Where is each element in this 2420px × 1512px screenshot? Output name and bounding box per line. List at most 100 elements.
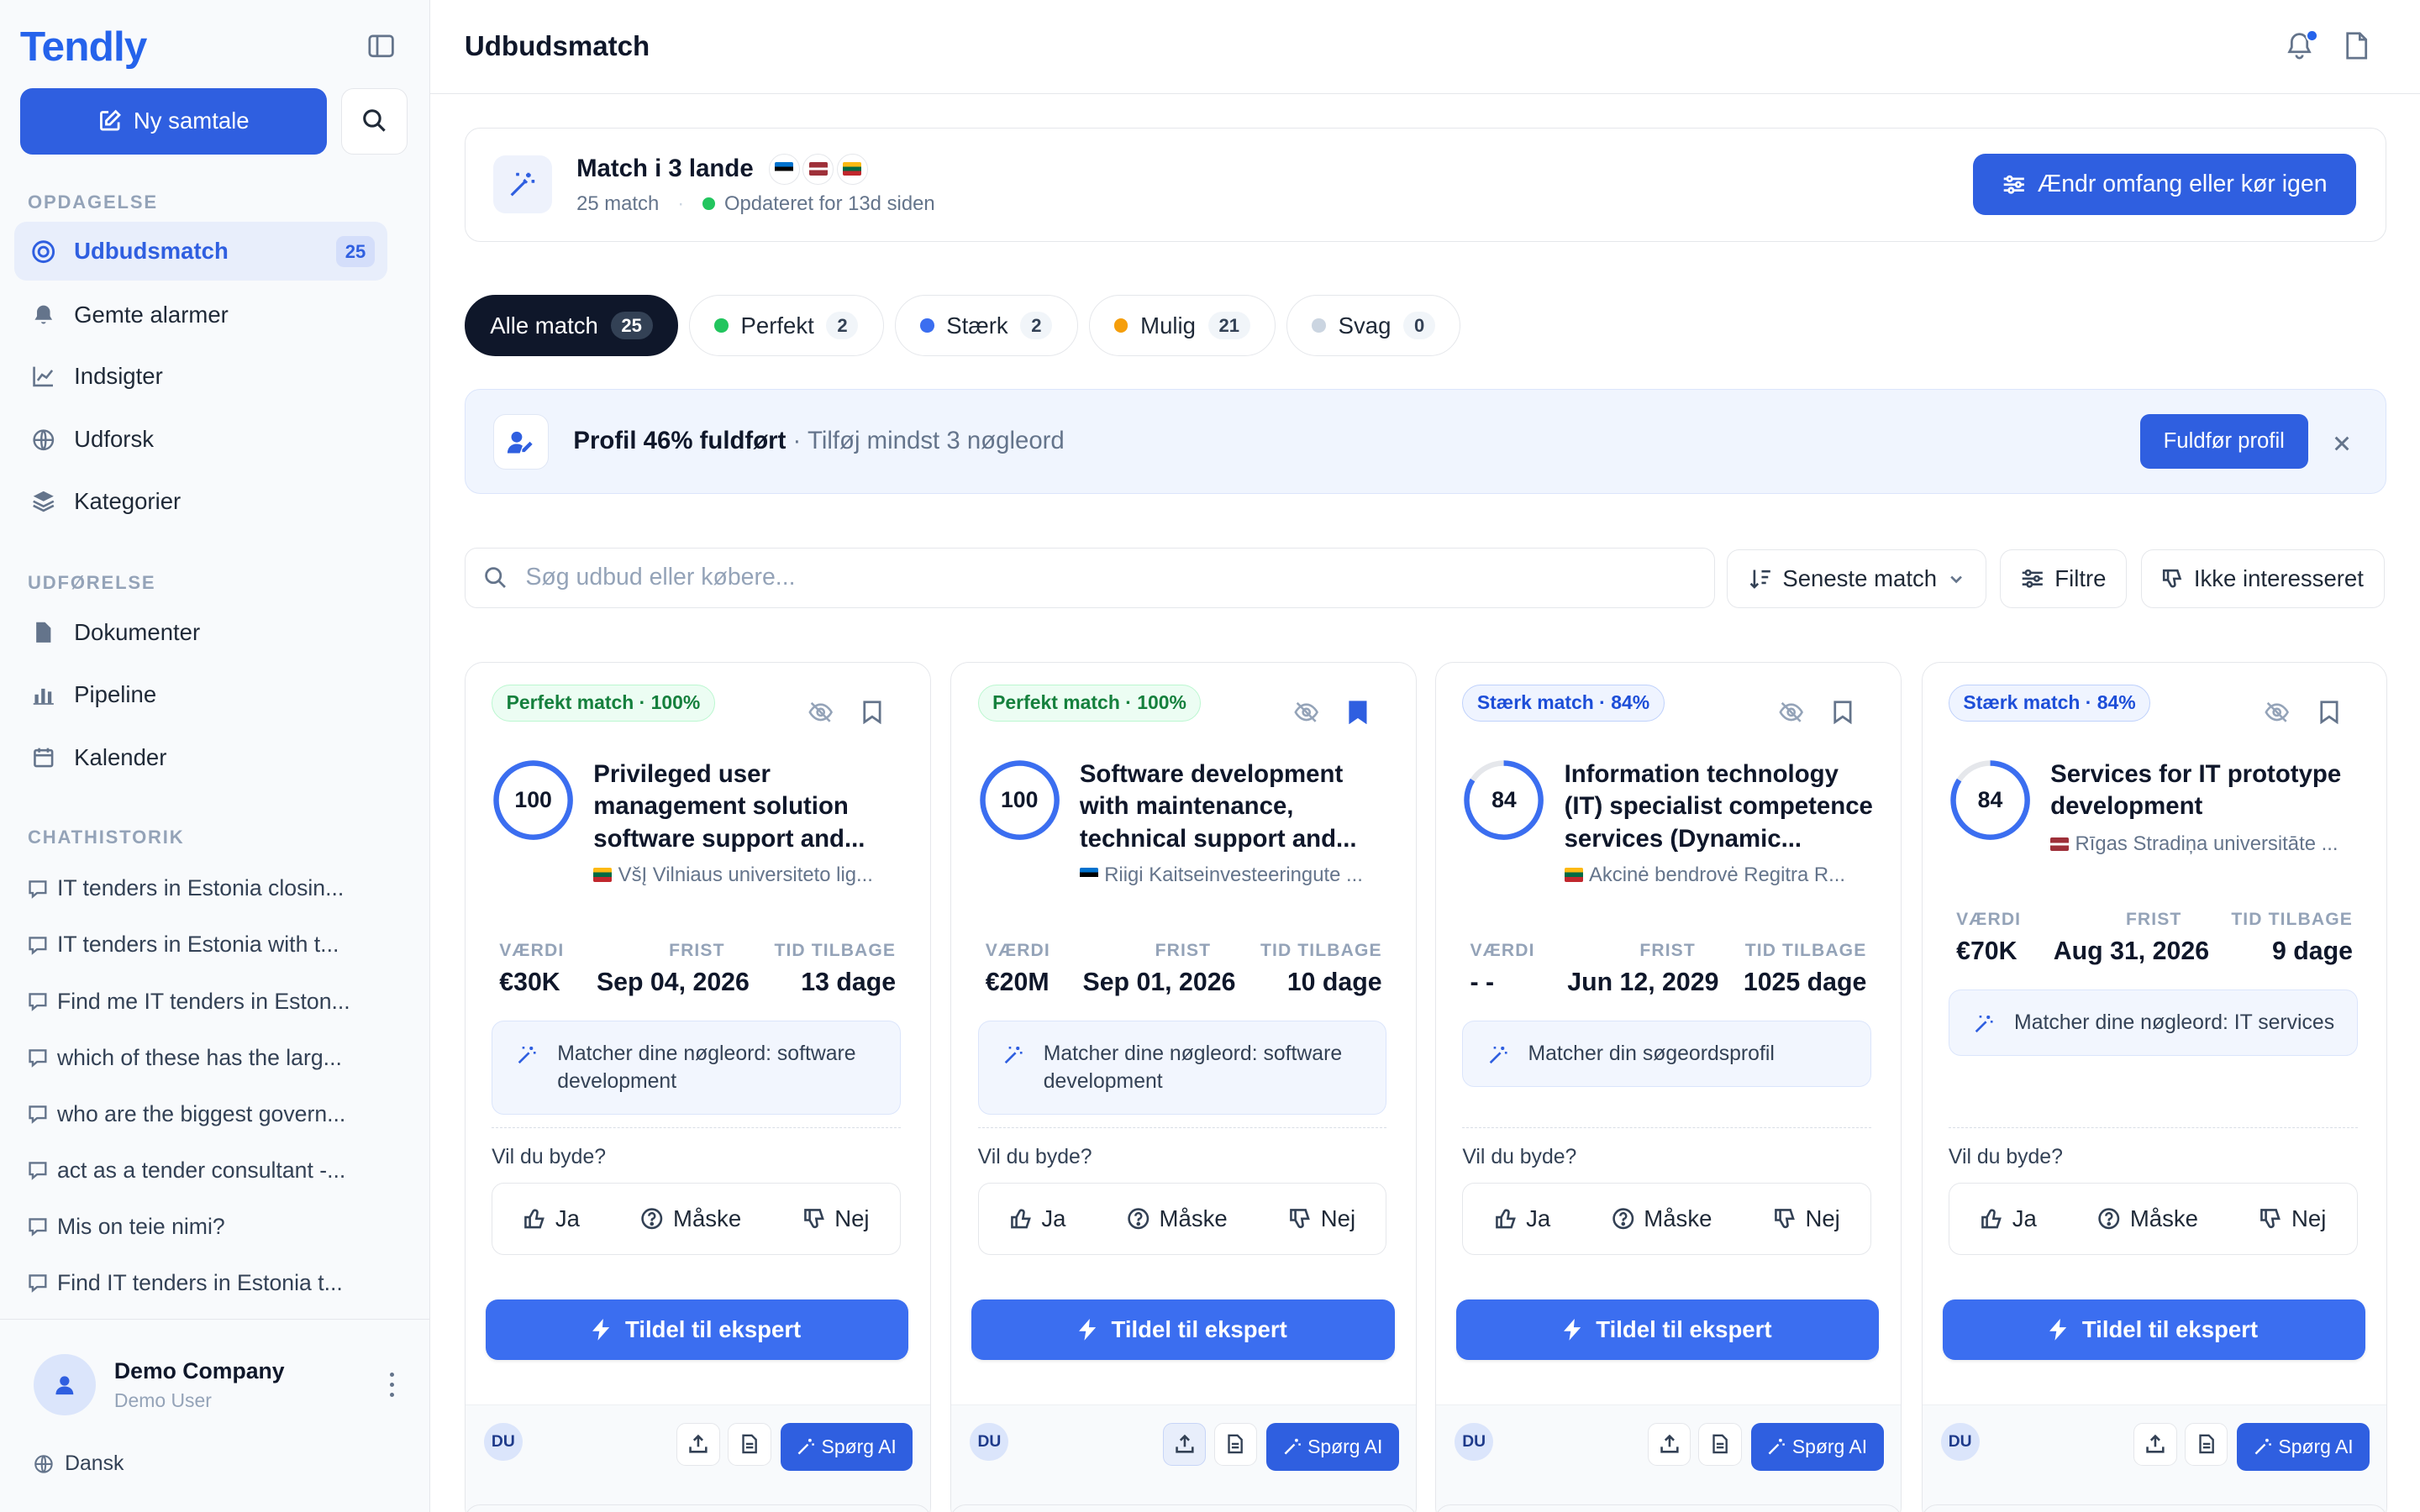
more-options-icon[interactable] <box>384 1369 399 1400</box>
sidebar-collapse-icon[interactable] <box>366 33 397 60</box>
vote-yes-button[interactable]: Ja <box>1494 1205 1550 1232</box>
deadline-date: Jun 12, 2029 <box>1567 968 1719 996</box>
status-dot <box>1312 318 1326 333</box>
assignee-avatar[interactable]: DU <box>483 1422 523 1462</box>
chat-bubble-icon <box>28 1160 48 1181</box>
filter-pill-stærk[interactable]: Stærk 2 <box>894 294 1078 357</box>
search-input[interactable] <box>525 564 1607 592</box>
vote-no-button[interactable]: Nej <box>2259 1205 2326 1232</box>
chat-history-item[interactable]: IT tenders in Estonia closin... <box>28 874 398 905</box>
assignee-avatar[interactable]: DU <box>1455 1422 1494 1462</box>
filter-pill-svag[interactable]: Svag 0 <box>1286 294 1461 357</box>
buyer-name: VšĮ Vilniaus universiteto lig... <box>593 864 910 887</box>
ask-ai-button[interactable]: Spørg AI <box>1750 1422 1884 1471</box>
vote-maybe-label: Måske <box>1644 1205 1712 1232</box>
bookmark-icon[interactable] <box>1348 700 1368 731</box>
language-selector[interactable]: Dansk <box>34 1452 124 1476</box>
upload-button[interactable] <box>1647 1422 1691 1466</box>
tender-search-field[interactable] <box>464 548 1715 608</box>
chevron-down-icon <box>1950 575 1962 584</box>
vote-maybe-button[interactable]: Måske <box>1127 1205 1228 1232</box>
notifications-bell-icon[interactable] <box>2286 29 2318 62</box>
chat-history-item[interactable]: Mis on teie nimi? <box>28 1211 398 1242</box>
upload-button[interactable] <box>1163 1422 1207 1466</box>
filter-pill-perfekt[interactable]: Perfekt 2 <box>688 294 884 357</box>
assign-expert-button[interactable]: Tildel til ekspert <box>1456 1299 1880 1361</box>
not-interested-button[interactable]: Ikke interesseret <box>2140 549 2385 608</box>
ask-ai-button[interactable]: Spørg AI <box>780 1422 913 1471</box>
chat-history-item[interactable]: Find IT tenders in Estonia t... <box>28 1268 398 1299</box>
chat-history-item[interactable]: IT tenders in Estonia with t... <box>28 930 398 961</box>
assignee-avatar[interactable]: DU <box>1940 1422 1980 1462</box>
company-avatar[interactable] <box>34 1353 96 1416</box>
change-scope-button[interactable]: Ændr omfang eller kør igen <box>1973 153 2356 216</box>
bid-question: Vil du byde? <box>1948 1145 2063 1168</box>
nav-item-gemte-alarmer[interactable]: Gemte alarmer <box>14 286 387 344</box>
vote-yes-button[interactable]: Ja <box>1009 1205 1066 1232</box>
ask-ai-label: Spørg AI <box>2278 1435 2354 1457</box>
sidebar-search-button[interactable] <box>340 87 408 155</box>
chat-history-item[interactable]: act as a tender consultant -... <box>28 1155 398 1186</box>
sidebar-footer: Demo Company Demo User Dansk <box>0 1319 429 1512</box>
nav-item-kategorier[interactable]: Kategorier <box>14 472 387 531</box>
vote-no-button[interactable]: Nej <box>1773 1205 1840 1232</box>
tender-card[interactable]: Perfekt match · 100% 100 Software developm… <box>950 661 1418 1512</box>
chat-history-item[interactable]: which of these has the larg... <box>28 1042 398 1074</box>
nav-item-dokumenter[interactable]: Dokumenter <box>14 603 387 662</box>
vote-maybe-button[interactable]: Måske <box>1612 1205 1712 1232</box>
assignee-avatar[interactable]: DU <box>970 1422 1009 1462</box>
vote-no-button[interactable]: Nej <box>802 1205 870 1232</box>
hide-eye-icon[interactable] <box>1294 701 1319 730</box>
vote-yes-button[interactable]: Ja <box>523 1205 580 1232</box>
ask-ai-button[interactable]: Spørg AI <box>1266 1422 1400 1471</box>
hide-eye-icon[interactable] <box>808 701 833 730</box>
vote-yes-button[interactable]: Ja <box>1980 1205 2037 1232</box>
bookmark-icon[interactable] <box>862 700 882 731</box>
filter-pill-mulig[interactable]: Mulig 21 <box>1088 294 1276 357</box>
document-button[interactable] <box>2184 1422 2228 1466</box>
deadline-date: Sep 01, 2026 <box>1082 968 1236 996</box>
tender-title[interactable]: Information technology (IT) specialist c… <box>1565 759 1881 856</box>
calendar-icon <box>29 743 57 771</box>
document-button[interactable] <box>1698 1422 1742 1466</box>
tender-card[interactable]: Stærk match · 84% 84 Services for IT proto… <box>1921 661 2388 1512</box>
tender-title[interactable]: Privileged user management solution soft… <box>593 759 910 856</box>
tender-card[interactable]: Stærk match · 84% 84 Information technolog… <box>1435 661 1902 1512</box>
bookmark-icon[interactable] <box>1833 700 1853 731</box>
nav-item-indsigter[interactable]: Indsigter <box>14 347 387 406</box>
hide-eye-icon[interactable] <box>1779 701 1803 730</box>
filter-pill-alle-match[interactable]: Alle match 25 <box>464 294 679 357</box>
nav-item-udbudsmatch[interactable]: Udbudsmatch 25 <box>13 222 387 281</box>
thumbs-down-icon <box>2163 569 2182 588</box>
nav-item-kalender[interactable]: Kalender <box>14 728 387 787</box>
vote-maybe-button[interactable]: Måske <box>640 1205 741 1232</box>
assign-expert-button[interactable]: Tildel til ekspert <box>485 1299 908 1361</box>
close-icon[interactable] <box>2333 431 2351 459</box>
document-button[interactable] <box>728 1422 771 1466</box>
nav-item-udforsk[interactable]: Udforsk <box>14 411 387 470</box>
tender-title[interactable]: Software development with maintenance, t… <box>1080 759 1397 856</box>
tender-title[interactable]: Services for IT prototype development <box>2050 759 2367 823</box>
nav-item-pipeline[interactable]: Pipeline <box>14 665 387 724</box>
filters-button[interactable]: Filtre <box>2000 549 2127 608</box>
chat-history-item[interactable]: who are the biggest govern... <box>28 1099 398 1130</box>
sort-dropdown[interactable]: Seneste match <box>1727 549 1986 608</box>
upload-button[interactable] <box>2133 1422 2177 1466</box>
document-icon[interactable] <box>2344 31 2369 67</box>
bookmark-icon[interactable] <box>2319 700 2339 731</box>
vote-maybe-button[interactable]: Måske <box>2097 1205 2198 1232</box>
upload-button[interactable] <box>676 1422 720 1466</box>
hide-eye-icon[interactable] <box>2265 701 2290 730</box>
buyer-label: Rīgas Stradiņa universitāte ... <box>2075 832 2338 855</box>
chat-history-item[interactable]: Find me IT tenders in Eston... <box>28 986 398 1017</box>
assign-expert-button[interactable]: Tildel til ekspert <box>1942 1299 2365 1361</box>
vote-no-button[interactable]: Nej <box>1288 1205 1355 1232</box>
new-chat-button[interactable]: Ny samtale <box>19 87 328 155</box>
complete-profile-button[interactable]: Fuldfør profil <box>2139 414 2308 469</box>
bid-question: Vil du byde? <box>1462 1145 1577 1168</box>
tender-card[interactable]: Perfekt match · 100% 100 Privileged user m… <box>464 661 931 1512</box>
thumbs-down-icon <box>803 1209 824 1229</box>
document-button[interactable] <box>1213 1422 1258 1466</box>
ask-ai-button[interactable]: Spørg AI <box>2237 1422 2370 1471</box>
assign-expert-button[interactable]: Tildel til ekspert <box>971 1299 1395 1361</box>
